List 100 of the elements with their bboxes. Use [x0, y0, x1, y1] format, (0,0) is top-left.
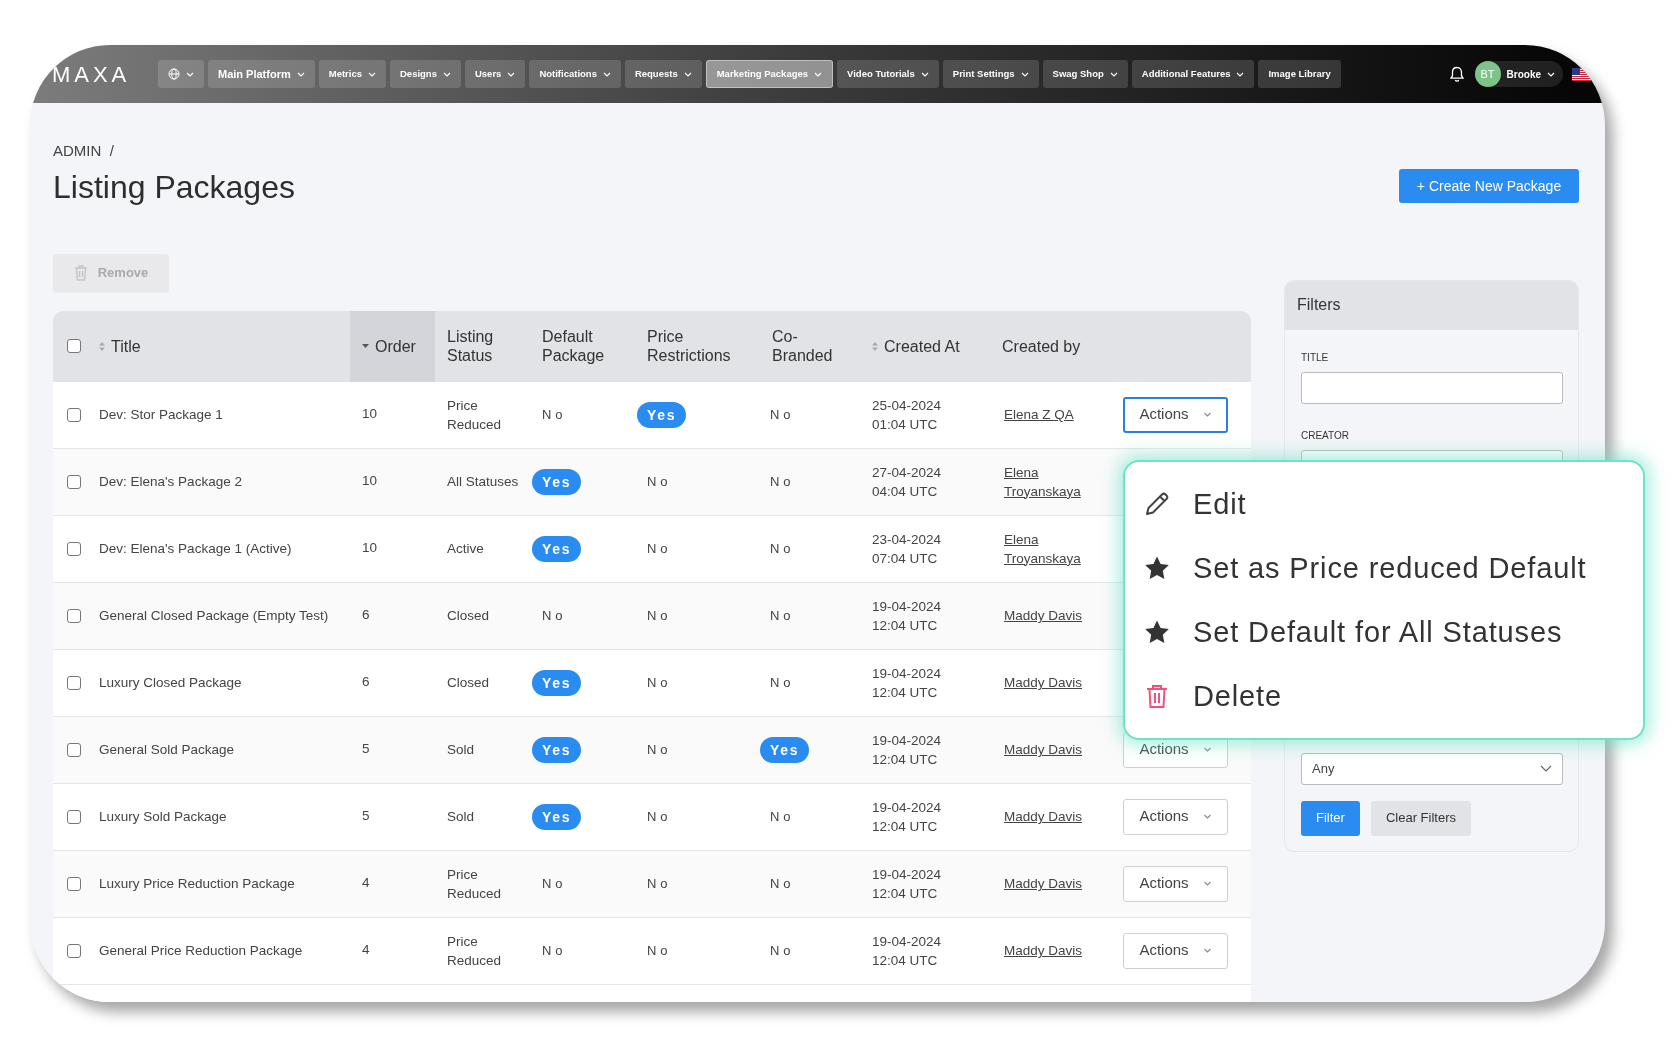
creator-link[interactable]: Maddy Davis: [1004, 606, 1110, 625]
table-cell-text: 6: [361, 673, 371, 692]
checkbox[interactable]: [67, 407, 81, 422]
creator-link[interactable]: Maddy Davis: [1004, 673, 1110, 692]
table-cell-text: Sold: [446, 741, 476, 759]
menu-item[interactable]: Set as Price reduced Default: [1143, 551, 1643, 585]
creator-link[interactable]: Maddy Davis: [1004, 740, 1110, 759]
chevron-down-icon: [814, 71, 823, 77]
table-cell-text: Price Reduced: [446, 865, 503, 903]
logo[interactable]: MAXA: [52, 57, 158, 91]
table-cell: Yes: [532, 535, 582, 562]
actions-button[interactable]: Actions: [1123, 396, 1228, 433]
checkbox[interactable]: [67, 474, 81, 489]
nav-menu-button[interactable]: Metrics: [318, 60, 386, 88]
column-header[interactable]: Created by: [1002, 336, 1081, 356]
language-menu-button[interactable]: [158, 60, 204, 88]
clear-filters-button[interactable]: Clear Filters: [1370, 800, 1471, 836]
table-cell: Yes: [532, 669, 582, 696]
checkbox[interactable]: [67, 809, 81, 824]
table-cell-text: General Closed Package (Empty Test): [98, 607, 330, 625]
nav-menu-button[interactable]: Requests: [624, 60, 702, 88]
nav-menu-button[interactable]: Video Tutorials: [837, 60, 939, 88]
table-cell-text: Closed: [446, 674, 491, 692]
table-cell-text: 19-04-2024 12:04 UTC: [871, 664, 943, 702]
actions-button[interactable]: Actions: [1123, 932, 1228, 969]
menu-item[interactable]: Delete: [1143, 679, 1643, 713]
creator-link[interactable]: Maddy Davis: [1004, 874, 1110, 893]
flag-icon[interactable]: [1572, 67, 1591, 81]
chevron-down-icon: [1202, 412, 1212, 417]
nav-menu-button[interactable]: Designs: [390, 60, 461, 88]
table-cell-text: 25-04-2024 01:04 UTC: [871, 396, 943, 434]
checkbox[interactable]: [67, 876, 81, 891]
table-cell-text: 10: [361, 405, 379, 424]
chevron-down-icon: [368, 71, 376, 77]
breadcrumb[interactable]: ADMIN /: [53, 140, 295, 163]
table-cell-text: Dev: Stor Package 1: [98, 406, 224, 424]
table-cell-text: Dev: Elena's Package 1 (Active): [98, 540, 293, 558]
chevron-down-icon: [920, 71, 929, 77]
column-header[interactable]: Price Restrictions: [647, 327, 754, 365]
creator-link[interactable]: Elena Troyanskaya: [1004, 529, 1110, 568]
input-field[interactable]: [1301, 371, 1563, 404]
column-header[interactable]: Co-Branded: [772, 327, 854, 365]
table-cell-text: 23-04-2024 07:04 UTC: [871, 530, 943, 568]
sort-descending-icon[interactable]: [362, 344, 369, 348]
table-cell-text: 27-04-2024 04:04 UTC: [871, 463, 943, 501]
table-cell-text: No: [770, 673, 795, 692]
checkbox[interactable]: [67, 541, 81, 556]
select-field[interactable]: Any: [1301, 752, 1563, 785]
column-header[interactable]: Title: [111, 336, 141, 356]
column-header[interactable]: Created At: [884, 336, 960, 356]
chevron-down-icon: [1202, 881, 1212, 886]
nav-menu-button[interactable]: Print Settings: [942, 60, 1039, 88]
chevron-down-icon: [186, 71, 194, 77]
creator-link[interactable]: Maddy Davis: [1004, 941, 1110, 960]
checkbox[interactable]: [67, 675, 81, 690]
chevron-down-icon: [602, 71, 611, 77]
column-header[interactable]: Order: [375, 336, 416, 356]
table-cell-text: No: [770, 539, 795, 558]
user-menu[interactable]: BT Brooke: [1474, 61, 1563, 87]
creator-link[interactable]: Elena Troyanskaya: [1004, 462, 1110, 501]
table-cell-text: No: [770, 874, 795, 893]
checkbox[interactable]: [67, 742, 81, 757]
nav-menu-button[interactable]: Image Library: [1258, 60, 1341, 88]
table-cell-text: Active: [446, 540, 485, 558]
checkbox[interactable]: [67, 339, 81, 353]
nav-menu-button[interactable]: Main Platform: [208, 60, 315, 88]
chevron-down-icon: [507, 71, 516, 77]
nav-menu-button[interactable]: Additional Features: [1131, 60, 1255, 88]
trash-icon: [73, 265, 88, 281]
table-cell: Yes: [760, 736, 810, 763]
table-cell-text: No: [647, 606, 672, 625]
table-cell-text: No: [770, 941, 795, 960]
table-cell-text: 10: [361, 472, 379, 491]
table-cell-text: No: [647, 539, 672, 558]
menu-item[interactable]: Edit: [1143, 487, 1643, 521]
creator-link[interactable]: Maddy Davis: [1004, 807, 1110, 826]
table-cell-text: No: [770, 472, 795, 491]
actions-button[interactable]: Actions: [1123, 865, 1228, 902]
table-cell-text: 4: [361, 874, 371, 893]
chevron-down-icon: [442, 71, 451, 77]
user-avatar: BT: [1474, 61, 1501, 87]
checkbox[interactable]: [67, 943, 81, 958]
menu-item[interactable]: Set Default for All Statuses: [1143, 615, 1643, 649]
actions-button[interactable]: Actions: [1123, 798, 1228, 835]
column-header[interactable]: Default Package: [542, 327, 629, 365]
nav-menu-button[interactable]: Swag Shop: [1042, 60, 1128, 88]
table-cell-text: 19-04-2024 12:04 UTC: [871, 798, 943, 836]
checkbox[interactable]: [67, 608, 81, 623]
table-cell-text: Sold: [446, 808, 476, 826]
chevron-down-icon: [1547, 71, 1555, 77]
table-cell-text: No: [770, 606, 795, 625]
creator-link[interactable]: Elena Z QA: [1004, 405, 1110, 424]
table-cell-text: 5: [361, 807, 371, 826]
column-header[interactable]: Listing Status: [447, 327, 524, 365]
bell-icon[interactable]: [1448, 65, 1465, 83]
field-label: CREATOR: [1301, 428, 1350, 443]
chevron-down-icon: [1202, 948, 1212, 953]
nav-menu-button[interactable]: Notifications: [529, 60, 621, 88]
chevron-down-icon: [1202, 747, 1212, 752]
nav-menu-button[interactable]: Users: [464, 60, 526, 88]
